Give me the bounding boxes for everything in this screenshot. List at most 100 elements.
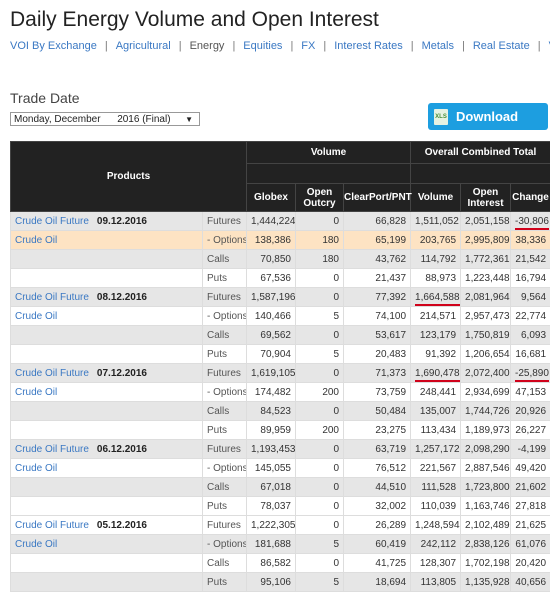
oi-value: 2,887,546: [465, 463, 510, 474]
change-value: 16,681: [515, 349, 546, 360]
volume-value: 123,179: [420, 330, 456, 341]
volume-value: 113,434: [421, 425, 456, 436]
clearport-value: 77,392: [375, 292, 406, 303]
type-cell[interactable]: - Options: [203, 231, 247, 250]
product-cell: [11, 402, 203, 421]
product-link-option[interactable]: Crude Oil: [15, 235, 57, 246]
outcry-value: 5: [333, 349, 339, 360]
nav-link-real-estate[interactable]: Real Estate: [473, 40, 530, 52]
clearport-value: 50,484: [375, 406, 406, 417]
volume-cell: 248,441: [411, 383, 461, 402]
nav-link-interest-rates[interactable]: Interest Rates: [334, 40, 402, 52]
product-cell: [11, 269, 203, 288]
type-cell[interactable]: - Options: [203, 307, 247, 326]
header-spacer: [247, 164, 411, 184]
nav-link-fx[interactable]: FX: [301, 40, 315, 52]
change-value: 47,153: [515, 387, 546, 398]
globex-cell: 70,850: [247, 250, 296, 269]
nav-link-voi-by-exchange[interactable]: VOI By Exchange: [10, 40, 97, 52]
change-value: 16,794: [515, 273, 546, 284]
outcry-cell: 0: [296, 364, 344, 383]
product-cell: Crude Oil Future05.12.2016: [11, 516, 203, 535]
outcry-value: 0: [333, 558, 339, 569]
oi-value: 1,744,726: [465, 406, 510, 417]
globex-cell: 70,904: [247, 345, 296, 364]
type-cell: Calls: [203, 554, 247, 573]
globex-cell: 95,106: [247, 573, 296, 592]
change-value: 20,926: [515, 406, 546, 417]
product-link-option[interactable]: Crude Oil: [15, 311, 57, 322]
globex-cell: 67,018: [247, 478, 296, 497]
oi-value: 2,051,158: [465, 216, 510, 227]
globex-value: 84,523: [260, 406, 291, 417]
volume-cell: 113,805: [411, 573, 461, 592]
clearport-value: 76,512: [375, 463, 406, 474]
outcry-cell: 180: [296, 231, 344, 250]
oi-value: 1,772,361: [465, 254, 510, 265]
volume-cell: 123,179: [411, 326, 461, 345]
clearport-cell: 44,510: [344, 478, 411, 497]
outcry-value: 0: [333, 330, 339, 341]
volume-cell: 113,434: [411, 421, 461, 440]
nav-link-equities[interactable]: Equities: [243, 40, 282, 52]
nav-link-agricultural[interactable]: Agricultural: [116, 40, 171, 52]
product-link-future[interactable]: Crude Oil Future: [15, 444, 89, 455]
outcry-cell: 0: [296, 478, 344, 497]
oi-value: 2,838,126: [465, 539, 510, 550]
product-link-future[interactable]: Crude Oil Future: [15, 216, 89, 227]
product-link-option[interactable]: Crude Oil: [15, 387, 57, 398]
type-cell[interactable]: - Options: [203, 459, 247, 478]
clearport-value: 60,419: [375, 539, 406, 550]
product-link-option[interactable]: Crude Oil: [15, 463, 57, 474]
volume-value: 110,039: [421, 501, 456, 512]
product-link-future[interactable]: Crude Oil Future: [15, 520, 89, 531]
table-row: Crude Oil Future05.12.2016Futures1,222,3…: [11, 516, 550, 535]
volume-value: 113,805: [421, 577, 456, 588]
volume-value: 221,567: [420, 463, 456, 474]
volume-cell: 114,792: [411, 250, 461, 269]
volume-cell: 1,690,478: [411, 364, 461, 383]
nav-link-metals[interactable]: Metals: [422, 40, 454, 52]
xls-file-icon: XLS: [434, 109, 448, 125]
outcry-value: 180: [322, 254, 339, 265]
table-row: Calls69,562053,617123,1791,750,8196,093: [11, 326, 550, 345]
globex-cell: 89,959: [247, 421, 296, 440]
table-row: Crude Oil- Options138,38618065,199203,76…: [11, 231, 550, 250]
table-row: Calls86,582041,725128,3071,702,19820,420: [11, 554, 550, 573]
change-cell: 20,420: [511, 554, 550, 573]
volume-value: 135,007: [420, 406, 456, 417]
header-open-interest: Open Interest: [461, 184, 511, 212]
volume-value: 1,664,588: [415, 292, 460, 306]
change-cell: 6,093: [511, 326, 550, 345]
globex-value: 86,582: [260, 558, 291, 569]
clearport-value: 73,759: [375, 387, 406, 398]
oi-value: 1,702,198: [465, 558, 510, 569]
clearport-cell: 76,512: [344, 459, 411, 478]
globex-value: 138,386: [255, 235, 291, 246]
product-link-option[interactable]: Crude Oil: [15, 539, 57, 550]
oi-cell: 2,838,126: [461, 535, 511, 554]
table-row: Crude Oil Future06.12.2016Futures1,193,4…: [11, 440, 550, 459]
oi-cell: 2,995,809: [461, 231, 511, 250]
oi-value: 2,081,964: [465, 292, 510, 303]
product-cell: [11, 478, 203, 497]
change-cell: 49,420: [511, 459, 550, 478]
product-link-future[interactable]: Crude Oil Future: [15, 368, 89, 379]
clearport-value: 53,617: [375, 330, 406, 341]
outcry-value: 0: [333, 368, 339, 379]
download-data-button[interactable]: XLS Download Data: [428, 103, 548, 130]
oi-cell: 2,957,473: [461, 307, 511, 326]
clearport-value: 21,437: [375, 273, 406, 284]
trade-date-select[interactable]: Monday, December 2016 (Final) ▼: [10, 112, 200, 126]
volume-cell: 88,973: [411, 269, 461, 288]
type-cell[interactable]: - Options: [203, 535, 247, 554]
clearport-value: 32,002: [375, 501, 406, 512]
nav-separator: |: [462, 40, 465, 52]
product-link-future[interactable]: Crude Oil Future: [15, 292, 89, 303]
type-cell[interactable]: - Options: [203, 383, 247, 402]
outcry-value: 5: [333, 539, 339, 550]
header-products: Products: [11, 142, 247, 212]
change-cell: 16,794: [511, 269, 550, 288]
oi-cell: 1,189,973: [461, 421, 511, 440]
volume-cell: 128,307: [411, 554, 461, 573]
